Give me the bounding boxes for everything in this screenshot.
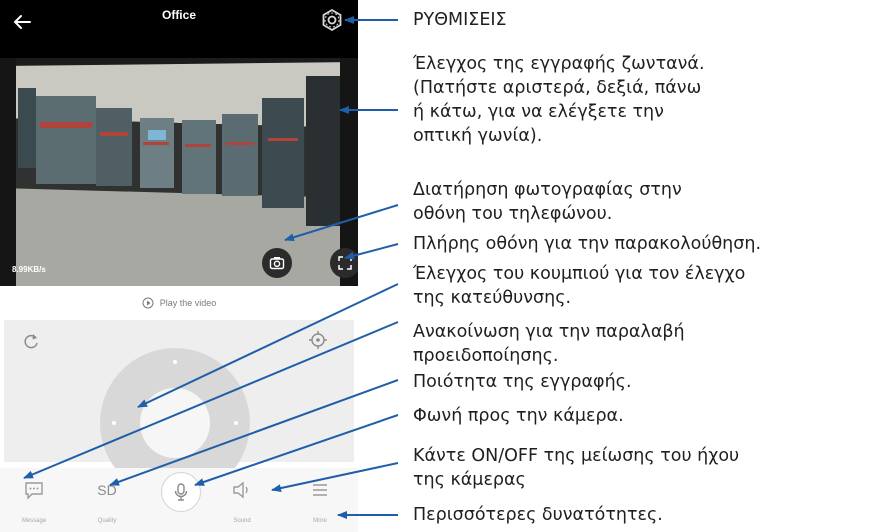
annotation-direction: Έλεγχος του κουμπιού για τον έλεγχο της … [413, 264, 746, 308]
gear-icon [322, 8, 342, 32]
message-label: Message [21, 518, 47, 524]
microphone-button[interactable] [150, 472, 210, 530]
quality-button[interactable]: SD Quality [77, 472, 137, 530]
fullscreen-button[interactable] [330, 248, 358, 278]
camera-icon [269, 257, 285, 270]
sound-label: Sound [233, 518, 251, 524]
message-button[interactable]: Message [4, 472, 64, 530]
annotation-quality: Ποιότητα της εγγραφής. [413, 372, 632, 392]
joystick-right-indicator [234, 421, 238, 425]
top-bar: Office [0, 0, 358, 58]
annotation-settings: ΡΥΘΜΙΣΕΙΣ [413, 10, 507, 30]
play-video-label: Play the video [159, 298, 217, 308]
live-video-feed[interactable]: 8.99KB/s [0, 58, 358, 286]
more-button[interactable]: More [290, 472, 350, 530]
fullscreen-icon [338, 256, 352, 270]
menu-icon [313, 484, 327, 496]
settings-button[interactable] [320, 8, 344, 32]
page-title: Office [161, 8, 196, 22]
target-button[interactable] [308, 330, 328, 354]
office-camera-image [0, 58, 358, 286]
microphone-icon [174, 483, 188, 501]
snapshot-button[interactable] [262, 248, 292, 278]
play-video-link[interactable]: Play the video [0, 292, 358, 314]
annotation-voice: Φωνή προς την κάμερα. [413, 406, 624, 426]
annotation-snapshot: Διατήρηση φωτογραφίας στην οθόνη του τηλ… [413, 180, 682, 224]
more-label: More [313, 518, 327, 524]
sound-button[interactable]: Sound [212, 472, 272, 530]
annotation-sound: Κάντε ON/OFF της μείωσης του ήχου της κά… [413, 446, 740, 490]
speaker-icon [233, 481, 248, 499]
joystick-up-indicator [173, 360, 177, 364]
ptz-control-panel [4, 320, 354, 498]
rotate-button[interactable] [22, 332, 40, 354]
joystick-center[interactable] [140, 388, 210, 458]
annotation-live-control: Έλεγχος της εγγραφής ζωντανά. (Πατήστε α… [413, 54, 705, 146]
phone-screenshot: Office 8.99KB/s Play the video Message S… [0, 0, 358, 532]
joystick-left-indicator [112, 421, 116, 425]
rotate-icon [24, 334, 38, 349]
message-icon [25, 482, 43, 500]
bottom-toolbar: Message SD Quality Sound More [0, 468, 358, 532]
crosshair-icon [309, 331, 327, 349]
sd-icon: SD [97, 482, 117, 498]
annotation-fullscreen: Πλήρης οθόνη για την παρακολούθηση. [413, 234, 762, 254]
annotation-message: Ανακοίνωση για την παραλαβή προειδοποίησ… [413, 322, 685, 366]
annotation-more: Περισσότερες δυνατότητες. [413, 505, 663, 525]
stream-speed: 8.99KB/s [12, 265, 46, 274]
replay-icon [142, 297, 154, 309]
quality-label: Quality [97, 518, 117, 524]
